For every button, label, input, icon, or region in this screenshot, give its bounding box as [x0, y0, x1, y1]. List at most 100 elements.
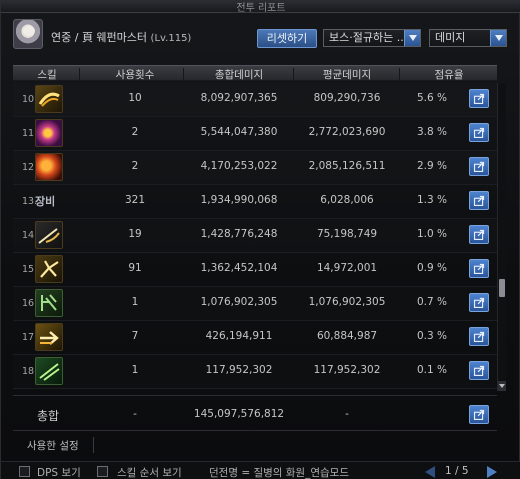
footer-bar: DPS 보기 스킬 순서 보기 던전명 = 질병의 화원_연습모드 1 / 5: [1, 461, 520, 479]
scroll-down-icon[interactable]: [498, 381, 506, 391]
row-uses: 10: [128, 92, 142, 104]
explosion-icon: [35, 119, 63, 147]
fire-burst-icon: [35, 153, 63, 181]
row-average-damage: 6,028,006: [320, 194, 374, 206]
skill-order-checkbox[interactable]: [97, 466, 108, 477]
row-total-damage: 4,170,253,022: [200, 160, 278, 172]
total-label: 총합: [37, 409, 60, 423]
row-uses: 2: [131, 160, 139, 172]
dps-label: DPS 보기: [37, 467, 81, 479]
share-icon[interactable]: [469, 225, 489, 244]
table-row[interactable]: 15. 91 1,362,452,104 14,972,001 0.9 %: [13, 253, 497, 287]
row-total-damage: 1,934,990,068: [200, 194, 278, 206]
reset-button[interactable]: 리셋하기: [257, 29, 317, 48]
table-row[interactable]: 18. 1 117,952,302 117,952,302 0.1 %: [13, 355, 497, 389]
equipment-label: 장비: [35, 195, 56, 208]
row-share: 1.3 %: [416, 194, 447, 206]
table-row[interactable]: 17. 7 426,194,911 60,884,987 0.3 %: [13, 321, 497, 355]
row-average-damage: 117,952,302: [313, 364, 381, 376]
boss-filter-dropdown[interactable]: 보스·절규하는 ..: [323, 29, 421, 47]
scrollbar-thumb[interactable]: [499, 279, 505, 297]
table-row[interactable]: 13. 장비 321 1,934,990,068 6,028,006 1.3 %: [13, 185, 497, 219]
chevron-down-icon[interactable]: [404, 30, 420, 46]
column-divider: [399, 68, 400, 80]
row-uses: 19: [128, 228, 142, 240]
character-name-text: 연중 / 頁 웨펀마스터: [51, 31, 148, 44]
page-indicator: 1 / 5: [445, 465, 469, 477]
table-row[interactable]: 11. 2 5,544,047,380 2,772,023,690 3.8 %: [13, 117, 497, 151]
row-total-damage: 117,952,302: [205, 364, 273, 376]
skill-order-label: 스킬 순서 보기: [117, 467, 182, 479]
green-slash-icon: [35, 357, 63, 385]
column-skill[interactable]: 스킬: [27, 67, 67, 82]
share-icon[interactable]: [469, 361, 489, 380]
row-average-damage: 809,290,736: [313, 92, 381, 104]
row-average-damage: 14,972,001: [316, 262, 378, 274]
row-uses: 1: [131, 364, 139, 376]
settings-divider: [93, 437, 94, 453]
row-uses: 321: [124, 194, 146, 206]
row-average-damage: 60,884,987: [316, 330, 378, 342]
share-icon[interactable]: [469, 259, 489, 278]
window-title: 전투 리포트: [236, 3, 286, 14]
rune-icon: [35, 289, 63, 317]
row-total-damage: 1,076,902,305: [200, 296, 278, 308]
combat-report-window: 전투 리포트 연중 / 頁 웨펀마스터 (Lv.115) 리셋하기 보스·절규하…: [0, 0, 520, 479]
charge-icon: [35, 323, 63, 351]
row-share: 0.3 %: [416, 330, 447, 342]
next-page-icon[interactable]: [487, 466, 497, 478]
share-icon[interactable]: [469, 157, 489, 176]
table-row[interactable]: 14. 19 1,428,776,248 75,198,749 1.0 %: [13, 219, 497, 253]
row-average-damage: 2,085,126,511: [308, 160, 386, 172]
row-share: 5.6 %: [416, 92, 447, 104]
column-divider: [79, 68, 80, 80]
thrust-icon: [35, 221, 63, 249]
total-average: -: [345, 408, 349, 420]
character-name: 연중 / 頁 웨펀마스터 (Lv.115): [51, 29, 191, 45]
table-scrollbar[interactable]: [497, 83, 506, 391]
share-icon[interactable]: [469, 293, 489, 312]
row-average-damage: 75,198,749: [316, 228, 378, 240]
row-total-damage: 1,362,452,104: [200, 262, 278, 274]
metric-value: 데미지: [435, 31, 466, 44]
row-total-damage: 5,544,047,380: [200, 126, 278, 138]
share-icon[interactable]: [469, 405, 489, 424]
table-row[interactable]: 10. 10 8,092,907,365 809,290,736 5.6 %: [13, 83, 497, 117]
skill-table: 10. 10 8,092,907,365 809,290,736 5.6 % 1…: [13, 83, 497, 391]
column-divider: [183, 68, 184, 80]
title-bar[interactable]: 전투 리포트: [1, 1, 520, 14]
table-header: 스킬 사용횟수 총합데미지 평균데미지 점유율: [13, 65, 497, 81]
row-uses: 2: [131, 126, 139, 138]
character-level: (Lv.115): [150, 33, 192, 44]
column-average-damage[interactable]: 평균데미지: [295, 67, 399, 82]
settings-label: 사용한 설정: [27, 440, 79, 452]
table-row[interactable]: 16. 1 1,076,902,305 1,076,902,305 0.7 %: [13, 287, 497, 321]
metric-dropdown[interactable]: 데미지: [429, 29, 507, 47]
row-share: 2.9 %: [416, 160, 447, 172]
row-share: 0.7 %: [416, 296, 447, 308]
column-divider: [293, 68, 294, 80]
total-damage: 145,097,576,812: [193, 408, 285, 420]
share-icon[interactable]: [469, 327, 489, 346]
share-icon[interactable]: [469, 89, 489, 108]
used-settings: 사용한 설정: [13, 433, 497, 457]
total-uses: -: [133, 408, 137, 420]
row-uses: 7: [131, 330, 139, 342]
table-row[interactable]: 12. 2 4,170,253,022 2,085,126,511 2.9 %: [13, 151, 497, 185]
row-share: 0.1 %: [416, 364, 447, 376]
column-uses[interactable]: 사용횟수: [85, 67, 185, 82]
prev-page-icon[interactable]: [425, 466, 435, 478]
leap-strike-icon: [35, 255, 63, 283]
row-average-damage: 1,076,902,305: [308, 296, 386, 308]
total-row: 총합 - 145,097,576,812 -: [13, 395, 497, 431]
column-share[interactable]: 점유율: [401, 67, 497, 82]
share-icon[interactable]: [469, 191, 489, 210]
chevron-down-icon[interactable]: [490, 30, 506, 46]
share-icon[interactable]: [469, 123, 489, 142]
column-total-damage[interactable]: 총합데미지: [187, 67, 291, 82]
row-total-damage: 8,092,907,365: [200, 92, 278, 104]
row-total-damage: 1,428,776,248: [200, 228, 278, 240]
row-average-damage: 2,772,023,690: [308, 126, 386, 138]
row-share: 3.8 %: [416, 126, 447, 138]
dps-checkbox[interactable]: [19, 466, 30, 477]
